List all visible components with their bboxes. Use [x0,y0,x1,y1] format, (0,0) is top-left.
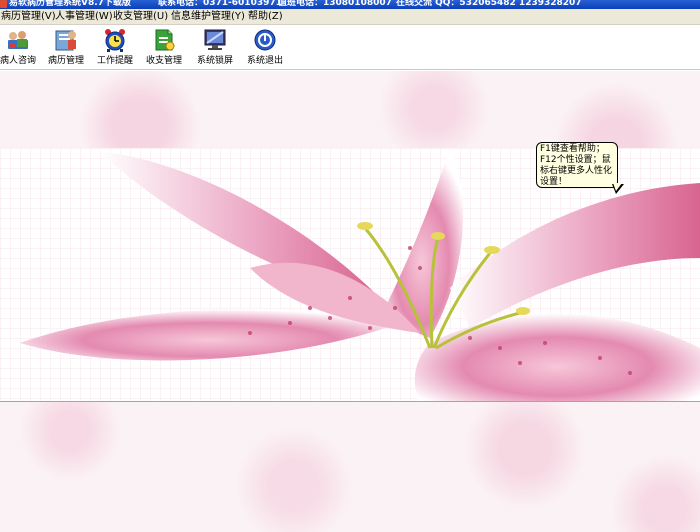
window-title: 易软病历管理系统V8.7下载版 [9,0,131,8]
medical-record-label: 病历管理 [47,56,84,66]
title-bar: 易软病历管理系统V8.7下载版 联系电话：0371-60103971 值班电话：… [0,0,700,9]
main-workspace [0,71,700,532]
tooltip-tail-fill [613,183,622,191]
finance-document-icon [155,29,175,51]
patient-consult-label: 病人咨询 [0,56,36,66]
banner-divider [0,401,700,402]
exit-button[interactable]: 系统退出 [239,27,291,69]
menu-personnel[interactable]: 人事管理(W) [54,9,114,25]
power-exit-icon [254,29,276,51]
menu-bar: 病历管理(V) 人事管理(W) 收支管理(U) 信息维护管理(Y) 帮助(Z) [0,9,700,25]
menu-info-maintenance[interactable]: 信息维护管理(Y) [170,9,246,25]
lock-screen-button[interactable]: 系统锁屏 [189,27,241,69]
work-reminder-button[interactable]: 工作提醒 [89,27,141,69]
contact-phone: 联系电话：0371-60103971 [158,0,282,8]
monitor-lock-icon [204,29,226,50]
exit-label: 系统退出 [246,56,283,66]
work-reminder-label: 工作提醒 [96,56,133,66]
help-tooltip: F1键查看帮助；F12个性设置；鼠标右键更多人性化设置！ [536,142,618,188]
finance-label: 收支管理 [145,56,182,66]
menu-help[interactable]: 帮助(Z) [247,9,284,25]
medical-record-icon [55,30,76,51]
finance-button[interactable]: 收支管理 [138,27,190,69]
medical-record-button[interactable]: 病历管理 [40,27,92,69]
menu-medical-records[interactable]: 病历管理(V) [0,9,57,25]
toolbar: 病人咨询 病历管理 工作提醒 收支管理 系统锁屏 系统退出 [0,25,700,70]
menu-finance[interactable]: 收支管理(U) [112,9,169,25]
alarm-clock-icon [105,29,125,52]
online-qq: 在线交流 QQ：532065482 1239328207 [396,0,582,8]
patient-consult-icon [8,31,28,49]
lock-screen-label: 系统锁屏 [196,56,233,66]
duty-phone: 值班电话：13080108007 [278,0,392,8]
patient-consult-button[interactable]: 病人咨询 [0,27,44,69]
app-icon [0,0,7,8]
